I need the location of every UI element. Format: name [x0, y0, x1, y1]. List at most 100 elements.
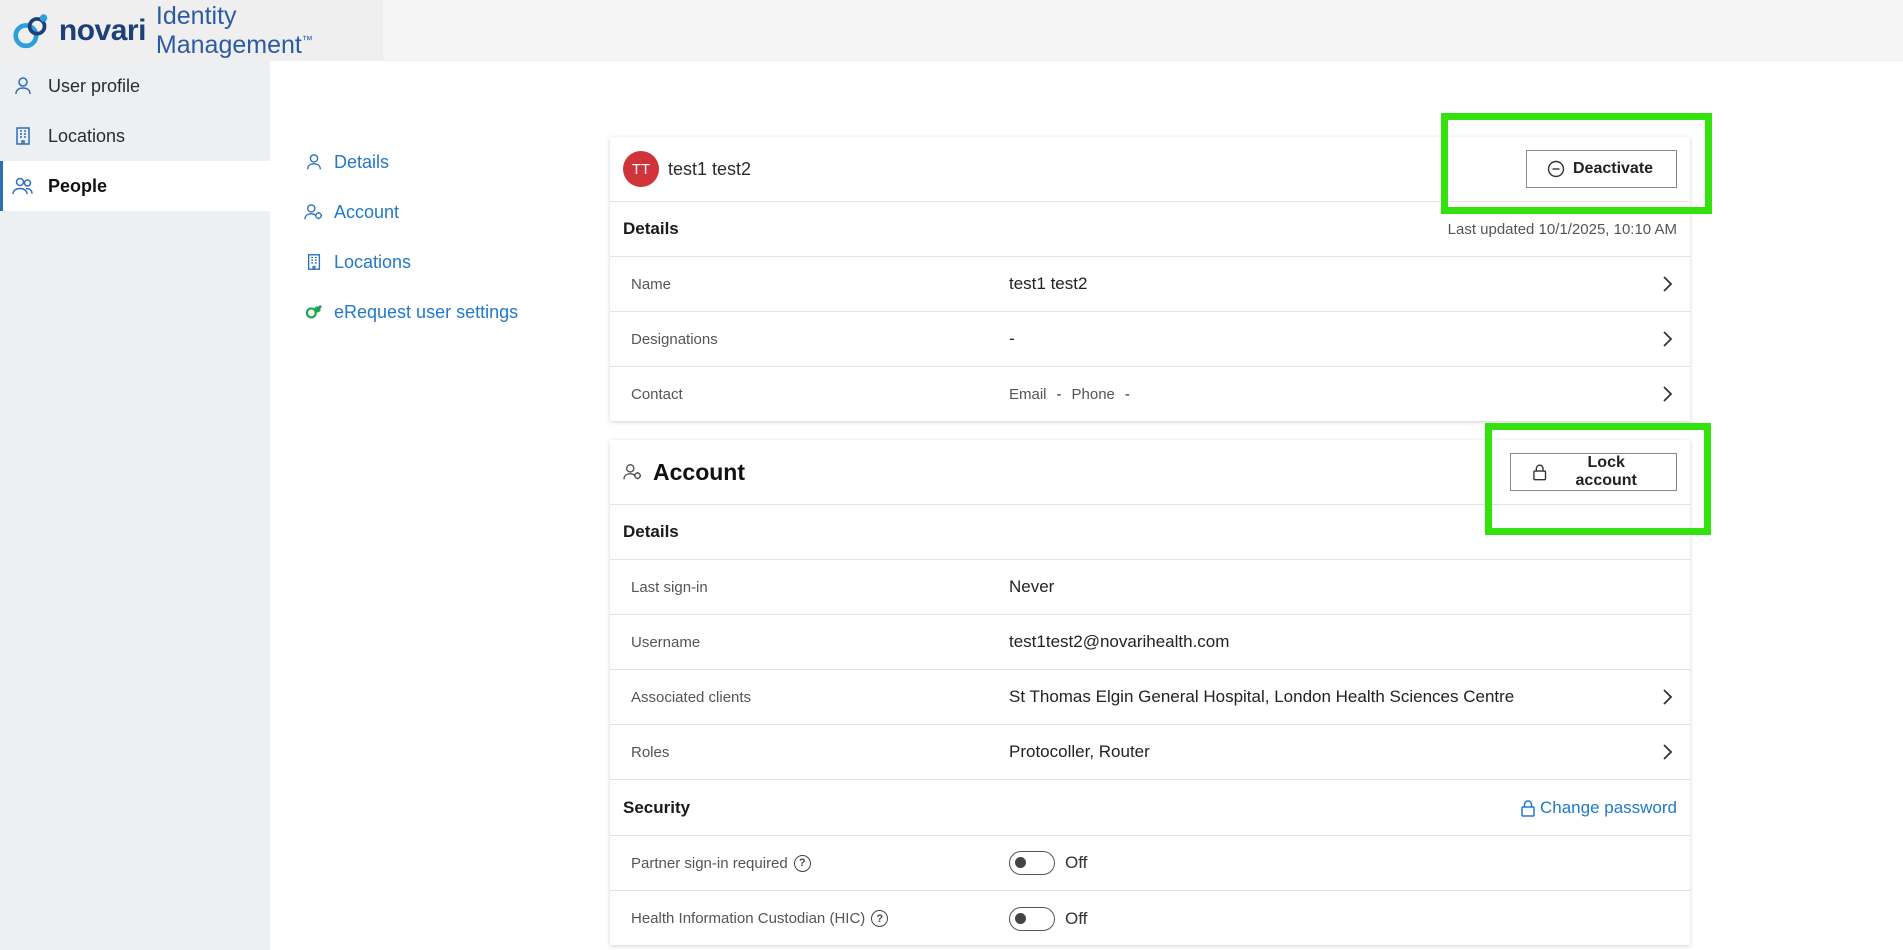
sidebar-item-user-profile[interactable]: User profile: [0, 61, 270, 111]
row-label: Health Information Custodian (HIC)?: [631, 910, 1009, 927]
person-header: TT test1 test2 Deactivate: [610, 137, 1690, 202]
minus-circle-icon: [1547, 160, 1565, 178]
toggle-state: Off: [1065, 908, 1088, 928]
account-icon: [304, 202, 324, 222]
toggle-group: Off: [1009, 851, 1677, 875]
section-title: Security: [623, 797, 691, 817]
contact-values: Email - Phone -: [1009, 386, 1677, 403]
trademark: ™: [301, 34, 313, 47]
people-icon: [12, 175, 34, 197]
row-label: Contact: [631, 386, 683, 403]
section-title: Details: [623, 522, 679, 541]
sidebar-item-locations[interactable]: Locations: [0, 111, 270, 161]
toggle-state: Off: [1065, 853, 1088, 872]
lock-icon: [1521, 799, 1535, 817]
change-password-link[interactable]: Change password: [1520, 798, 1677, 818]
chevron-right-icon: [1657, 274, 1677, 294]
subnav-item-details[interactable]: Details: [304, 137, 564, 187]
details-section-header: Details Last updated 10/1/2025, 10:10 AM: [610, 202, 1690, 257]
account-icon: [623, 464, 642, 480]
row-label: Designations: [631, 330, 718, 348]
help-icon[interactable]: ?: [871, 910, 889, 927]
lock-account-button[interactable]: Lock account: [1510, 453, 1677, 491]
row-label: Partner sign-in required?: [631, 854, 1009, 872]
lock-account-button-label: Lock account: [1575, 454, 1637, 489]
row-label: Associated clients: [631, 688, 752, 706]
row-value: -: [1009, 329, 1015, 348]
account-header: Account Lock account: [610, 440, 1690, 505]
account-row-last-sign-in: Last sign-in Never: [610, 560, 1690, 615]
subnav-item-erequest-settings[interactable]: eRequest user settings: [304, 287, 564, 337]
row-label: Name: [631, 275, 672, 293]
building-icon: [12, 125, 34, 147]
sidebar-item-label: Locations: [48, 125, 126, 146]
row-label-text: Partner sign-in required: [631, 854, 788, 872]
section-title: Details: [623, 219, 679, 238]
chevron-right-icon: [1657, 384, 1677, 404]
sidebar-item-label: User profile: [48, 75, 141, 96]
page-subnav: Details Account Locations eRequest user …: [304, 137, 564, 337]
row-label-text: Health Information Custodian (HIC): [631, 910, 866, 927]
toggle-knob: [1015, 857, 1026, 868]
person-name: test1 test2: [668, 158, 752, 179]
details-row-designations[interactable]: Designations -: [610, 312, 1690, 367]
brand-product: Identity Management™: [156, 2, 383, 60]
chevron-right-icon: [1657, 329, 1677, 349]
account-row-roles[interactable]: Roles Protocoller, Router: [610, 725, 1690, 780]
row-label: Last sign-in: [631, 578, 708, 596]
row-label: Roles: [631, 743, 670, 761]
help-icon[interactable]: ?: [793, 854, 811, 872]
hic-toggle[interactable]: [1009, 906, 1055, 931]
row-value: Never: [1009, 577, 1055, 596]
details-row-name[interactable]: Name test1 test2: [610, 257, 1690, 312]
subnav-item-label: Details: [334, 151, 390, 172]
lock-icon: [1533, 464, 1547, 481]
row-value: test1test2@novarihealth.com: [1009, 632, 1230, 651]
app-sidebar: User profile Locations People: [0, 61, 270, 950]
toggle-knob: [1015, 912, 1026, 924]
chevron-right-icon: [1657, 742, 1677, 762]
sidebar-item-label: People: [48, 175, 108, 196]
building-icon: [304, 252, 324, 272]
erequest-icon: [304, 302, 324, 322]
account-row-associated-clients[interactable]: Associated clients St Thomas Elgin Gener…: [610, 670, 1690, 725]
person-icon: [12, 75, 34, 97]
deactivate-button[interactable]: Deactivate: [1526, 150, 1677, 188]
account-title: Account: [653, 458, 745, 485]
email-value: -: [1056, 386, 1062, 403]
deactivate-button-label: Deactivate: [1573, 160, 1654, 177]
top-bar: novari Identity Management™: [0, 0, 1903, 61]
row-value: test1 test2: [1009, 274, 1088, 293]
novari-logo-icon: [13, 13, 48, 48]
person-details-card: TT test1 test2 Deactivate Details Last u…: [610, 137, 1690, 421]
account-card: Account Lock account Details Last sign-i…: [610, 440, 1690, 945]
subnav-item-label: Account: [334, 201, 400, 222]
subnav-item-label: Locations: [334, 251, 412, 272]
sidebar-item-people[interactable]: People: [0, 161, 270, 211]
change-password-label: Change password: [1539, 797, 1677, 817]
account-details-section-header: Details: [610, 505, 1690, 560]
avatar: TT: [623, 151, 659, 187]
brand[interactable]: novari Identity Management™: [0, 0, 383, 61]
toggle-group: Off: [1009, 906, 1677, 931]
subnav-item-label: eRequest user settings: [334, 301, 519, 322]
subnav-item-account[interactable]: Account: [304, 187, 564, 237]
subnav-item-locations[interactable]: Locations: [304, 237, 564, 287]
account-row-username: Username test1test2@novarihealth.com: [610, 615, 1690, 670]
security-section-header: Security Change password: [610, 780, 1690, 836]
security-row-hic: Health Information Custodian (HIC)? Off: [610, 891, 1690, 946]
brand-product-text: Identity Management: [155, 1, 302, 59]
person-icon: [304, 152, 324, 172]
phone-label: Phone: [1071, 386, 1115, 403]
brand-name: novari: [58, 13, 147, 47]
email-label: Email: [1009, 386, 1047, 403]
row-label: Username: [631, 633, 701, 651]
phone-value: -: [1124, 386, 1130, 403]
chevron-right-icon: [1657, 687, 1677, 707]
security-row-partner-sign-in: Partner sign-in required? Off: [610, 836, 1690, 891]
row-value: St Thomas Elgin General Hospital, London…: [1009, 687, 1515, 706]
partner-sign-in-toggle[interactable]: [1009, 851, 1055, 875]
row-value: Protocoller, Router: [1009, 742, 1150, 761]
details-row-contact[interactable]: Contact Email - Phone -: [610, 367, 1690, 422]
last-updated-text: Last updated 10/1/2025, 10:10 AM: [1447, 220, 1677, 238]
